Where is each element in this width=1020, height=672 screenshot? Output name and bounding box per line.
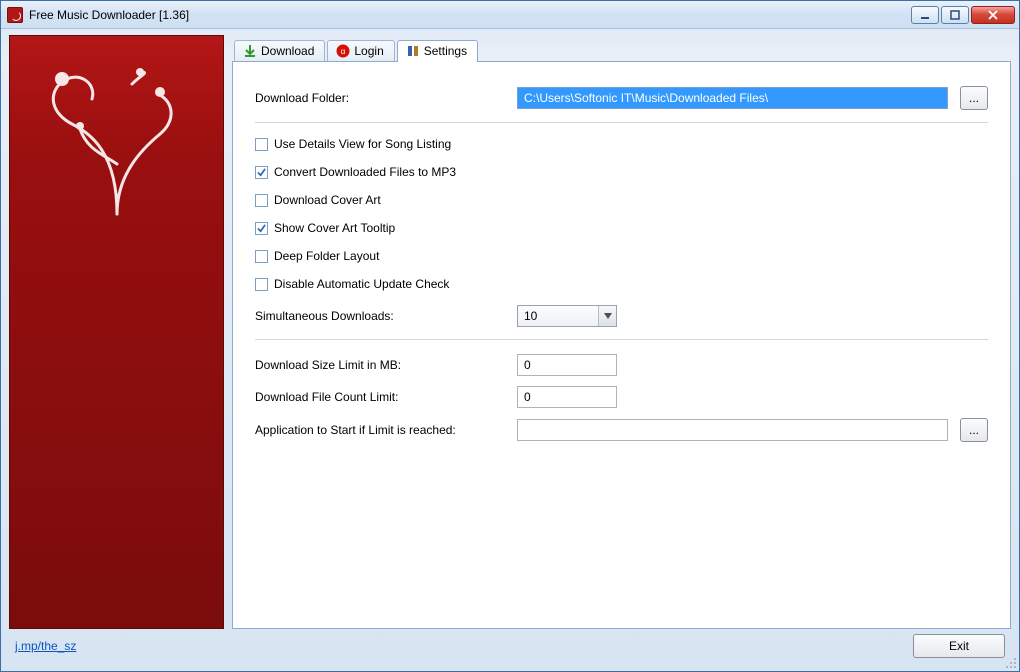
tab-settings-label: Settings bbox=[424, 44, 467, 58]
check-cover-art-label: Download Cover Art bbox=[274, 193, 381, 207]
window-controls bbox=[911, 6, 1015, 24]
download-folder-label: Download Folder: bbox=[255, 91, 505, 105]
tab-login-label: Login bbox=[354, 44, 383, 58]
check-convert-mp3[interactable]: Convert Downloaded Files to MP3 bbox=[255, 165, 988, 179]
footer-link[interactable]: j.mp/the_sz bbox=[15, 639, 76, 653]
size-limit-label: Download Size Limit in MB: bbox=[255, 358, 505, 372]
settings-panel: Download Folder: ... Use Details View fo… bbox=[232, 61, 1011, 629]
separator bbox=[255, 339, 988, 340]
sidebar-art bbox=[9, 35, 224, 629]
download-arrow-icon bbox=[243, 44, 257, 58]
checkbox-icon bbox=[255, 138, 268, 151]
check-deep-layout-label: Deep Folder Layout bbox=[274, 249, 379, 263]
chevron-down-icon bbox=[598, 306, 616, 326]
download-folder-input[interactable] bbox=[517, 87, 948, 109]
window-title: Free Music Downloader [1.36] bbox=[29, 8, 189, 22]
tabstrip: Download ɑ Login Settings bbox=[232, 35, 1011, 61]
svg-text:ɑ: ɑ bbox=[341, 47, 345, 56]
swirl-decoration-icon bbox=[32, 54, 202, 224]
checkbox-checked-icon bbox=[255, 166, 268, 179]
tab-download[interactable]: Download bbox=[234, 40, 325, 62]
checkbox-icon bbox=[255, 194, 268, 207]
count-limit-label: Download File Count Limit: bbox=[255, 390, 505, 404]
simultaneous-downloads-select[interactable]: 10 bbox=[517, 305, 617, 327]
simultaneous-downloads-value: 10 bbox=[524, 309, 537, 323]
close-button[interactable] bbox=[971, 6, 1015, 24]
maximize-button[interactable] bbox=[941, 6, 969, 24]
count-limit-input[interactable] bbox=[517, 386, 617, 408]
main-area: Download ɑ Login Settings bbox=[232, 35, 1011, 629]
minimize-button[interactable] bbox=[911, 6, 939, 24]
close-icon bbox=[988, 10, 998, 20]
client-area: Download ɑ Login Settings bbox=[1, 29, 1019, 671]
browse-app-button[interactable]: ... bbox=[960, 418, 988, 442]
check-disable-update[interactable]: Disable Automatic Update Check bbox=[255, 277, 988, 291]
lastfm-icon: ɑ bbox=[336, 44, 350, 58]
settings-tools-icon bbox=[406, 44, 420, 58]
checkbox-icon bbox=[255, 250, 268, 263]
browse-folder-button[interactable]: ... bbox=[960, 86, 988, 110]
size-limit-input[interactable] bbox=[517, 354, 617, 376]
exit-button[interactable]: Exit bbox=[913, 634, 1005, 658]
footer: j.mp/the_sz Exit bbox=[9, 629, 1011, 663]
check-cover-art[interactable]: Download Cover Art bbox=[255, 193, 988, 207]
check-deep-layout[interactable]: Deep Folder Layout bbox=[255, 249, 988, 263]
resize-grip-icon[interactable] bbox=[1006, 658, 1018, 670]
checkbox-icon bbox=[255, 278, 268, 291]
check-show-tooltip[interactable]: Show Cover Art Tooltip bbox=[255, 221, 988, 235]
tab-download-label: Download bbox=[261, 44, 314, 58]
separator bbox=[255, 122, 988, 123]
titlebar: Free Music Downloader [1.36] bbox=[1, 1, 1019, 29]
app-window: Free Music Downloader [1.36] bbox=[0, 0, 1020, 672]
app-icon bbox=[7, 7, 23, 23]
check-show-tooltip-label: Show Cover Art Tooltip bbox=[274, 221, 395, 235]
tab-login[interactable]: ɑ Login bbox=[327, 40, 394, 62]
check-details-view[interactable]: Use Details View for Song Listing bbox=[255, 137, 988, 151]
maximize-icon bbox=[950, 10, 960, 20]
app-on-limit-label: Application to Start if Limit is reached… bbox=[255, 423, 505, 437]
check-disable-update-label: Disable Automatic Update Check bbox=[274, 277, 449, 291]
simultaneous-downloads-label: Simultaneous Downloads: bbox=[255, 309, 505, 323]
tab-settings[interactable]: Settings bbox=[397, 40, 478, 62]
checkbox-checked-icon bbox=[255, 222, 268, 235]
minimize-icon bbox=[920, 10, 930, 20]
check-details-view-label: Use Details View for Song Listing bbox=[274, 137, 451, 151]
app-on-limit-input[interactable] bbox=[517, 419, 948, 441]
check-convert-mp3-label: Convert Downloaded Files to MP3 bbox=[274, 165, 456, 179]
